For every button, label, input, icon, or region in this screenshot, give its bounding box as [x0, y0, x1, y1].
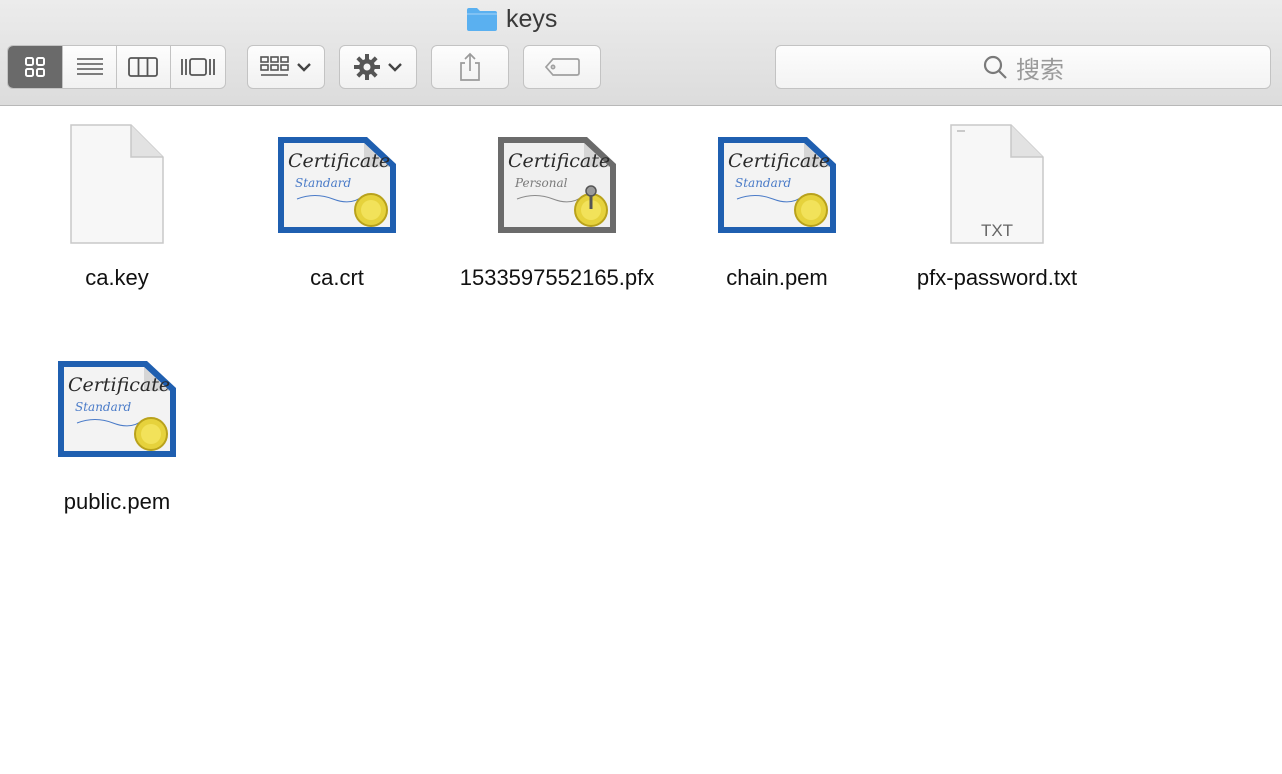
search-field[interactable]: 搜索	[775, 45, 1271, 89]
certificate-standard-icon: Certificate Standard	[718, 137, 836, 233]
txt-document-icon: TXT	[950, 124, 1044, 244]
arrange-grid-icon	[260, 56, 289, 76]
tags-button[interactable]	[523, 45, 601, 89]
view-mode-segmented-control	[7, 45, 226, 89]
list-icon	[76, 58, 103, 75]
chevron-down-icon	[297, 63, 311, 72]
cover-flow-view-button[interactable]	[171, 46, 225, 88]
finder-toolbar: keys 搜索	[0, 0, 1282, 106]
certificate-type-text: Standard	[75, 400, 131, 414]
gear-icon	[354, 54, 380, 80]
list-view-button[interactable]	[63, 46, 117, 88]
file-name: 1533597552165.pfx	[459, 265, 655, 290]
file-name: pfx-password.txt	[916, 265, 1078, 290]
window-titlebar: keys	[0, 4, 1282, 34]
certificate-type-text: Personal	[514, 176, 568, 190]
cover-flow-icon	[180, 58, 215, 76]
certificate-type-text: Standard	[735, 176, 791, 190]
search-placeholder: 搜索	[1016, 55, 1064, 84]
folder-icon	[467, 8, 497, 31]
file-item[interactable]: ca.key	[7, 120, 227, 294]
file-name: chain.pem	[726, 265, 828, 290]
grid-icon	[25, 57, 46, 77]
txt-badge: TXT	[981, 221, 1013, 240]
certificate-title-text: Certificate	[508, 150, 610, 172]
certificate-personal-icon: Certificate Personal	[498, 137, 616, 233]
certificate-standard-icon: Certificate Standard	[278, 137, 396, 233]
arrange-button[interactable]	[247, 45, 325, 89]
certificate-title-text: Certificate	[288, 150, 390, 172]
certificate-title-text: Certificate	[68, 374, 170, 396]
certificate-standard-icon: Certificate Standard	[58, 361, 176, 457]
share-icon	[460, 52, 480, 81]
file-item[interactable]: Certificate Personal 1533597552165.pfx	[447, 120, 667, 294]
file-name: ca.crt	[310, 265, 364, 290]
share-button[interactable]	[431, 45, 509, 89]
file-item[interactable]: Certificate Standard ca.crt	[227, 120, 447, 294]
file-name: public.pem	[63, 489, 171, 514]
file-item[interactable]: TXT pfx-password.txt	[887, 120, 1107, 294]
columns-icon	[128, 57, 159, 77]
certificate-title-text: Certificate	[728, 150, 830, 172]
window-title: keys	[506, 4, 558, 33]
column-view-button[interactable]	[117, 46, 171, 88]
action-button[interactable]	[339, 45, 417, 89]
file-item[interactable]: Certificate Standard chain.pem	[667, 120, 887, 294]
tag-icon	[544, 58, 580, 76]
file-name: ca.key	[85, 265, 149, 290]
certificate-type-text: Standard	[295, 176, 351, 190]
blank-document-icon	[70, 124, 164, 244]
chevron-down-icon	[388, 63, 402, 72]
file-item[interactable]: Certificate Standard public.pem	[7, 344, 227, 518]
search-icon	[983, 55, 1007, 79]
icon-view-button[interactable]	[8, 46, 64, 88]
